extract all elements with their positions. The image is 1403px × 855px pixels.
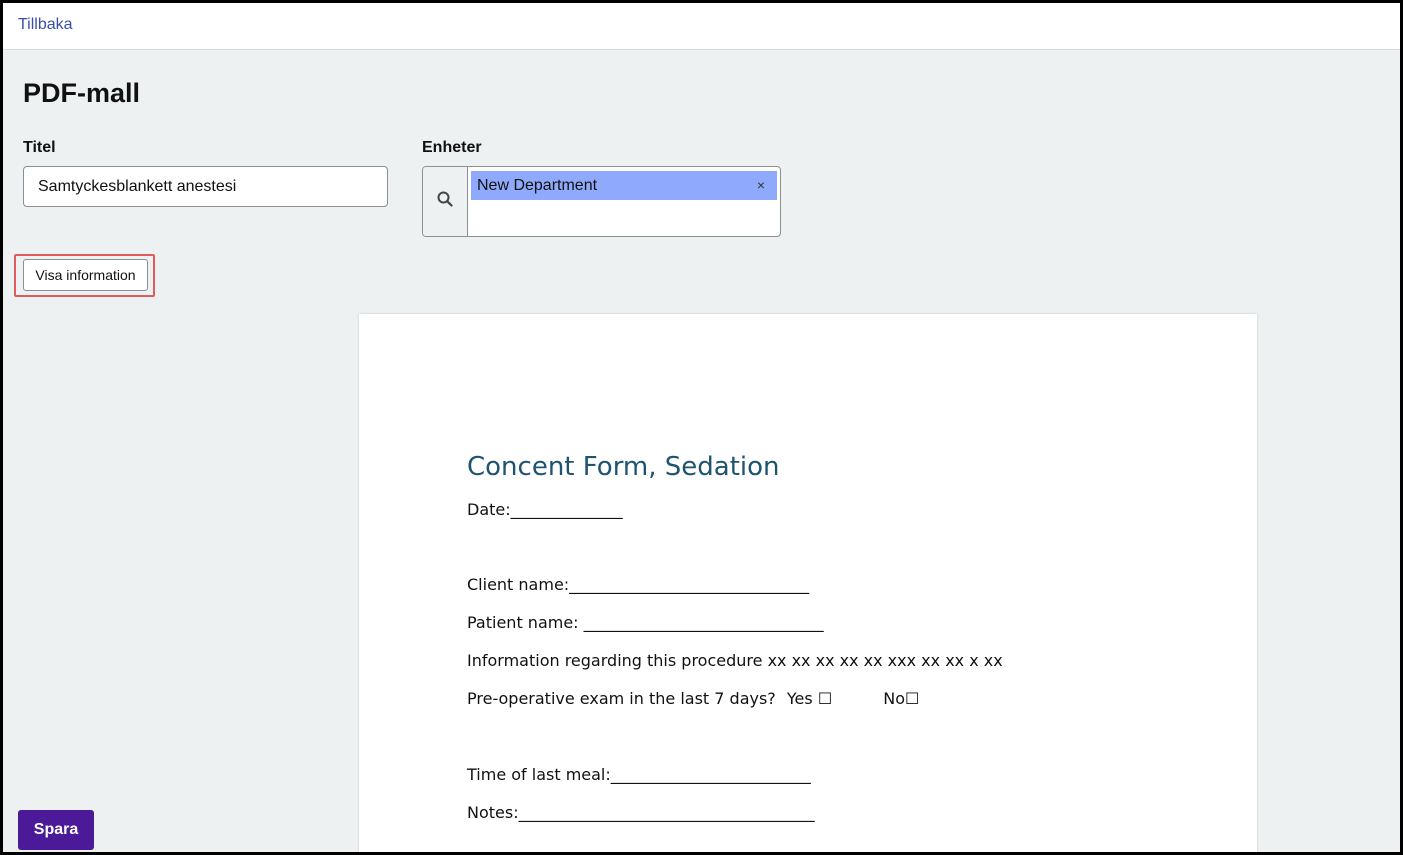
no-label: No: [883, 689, 906, 708]
last-meal-line: Time of last meal:______________________…: [467, 765, 811, 784]
client-name-line: Client name:____________________________…: [467, 575, 810, 594]
units-search-button[interactable]: [423, 167, 468, 236]
page-title: PDF-mall: [23, 78, 141, 108]
unit-tag-label: New Department: [477, 176, 598, 194]
yes-checkbox: ☐: [817, 689, 833, 708]
no-checkbox: ☐: [905, 689, 920, 708]
close-icon[interactable]: ×: [757, 177, 765, 193]
back-link[interactable]: Tillbaka: [18, 16, 73, 34]
unit-tag-new-department: New Department ×: [471, 171, 777, 200]
notes-line: Notes:__________________________________…: [467, 803, 815, 822]
units-label: Enheter: [422, 139, 482, 156]
search-icon: [436, 190, 454, 213]
procedure-info-line: Information regarding this procedure xx …: [467, 651, 1003, 670]
preop-exam-text: Pre-operative exam in the last 7 days?: [467, 689, 776, 708]
units-multiselect[interactable]: New Department ×: [422, 166, 781, 237]
patient-name-line: Patient name: __________________________…: [467, 613, 824, 632]
yes-label: Yes: [786, 689, 813, 708]
top-bar: Tillbaka: [3, 3, 1400, 50]
preop-exam-line: Pre-operative exam in the last 7 days? Y…: [467, 689, 919, 708]
document-title: Concent Form, Sedation: [467, 452, 780, 482]
title-label: Titel: [23, 139, 56, 156]
save-button[interactable]: Spara: [18, 810, 94, 850]
show-information-button[interactable]: Visa information: [23, 259, 148, 291]
title-input[interactable]: [23, 166, 388, 207]
date-line: Date:______________: [467, 500, 623, 519]
pdf-preview-page: Concent Form, Sedation Date:____________…: [359, 314, 1257, 855]
